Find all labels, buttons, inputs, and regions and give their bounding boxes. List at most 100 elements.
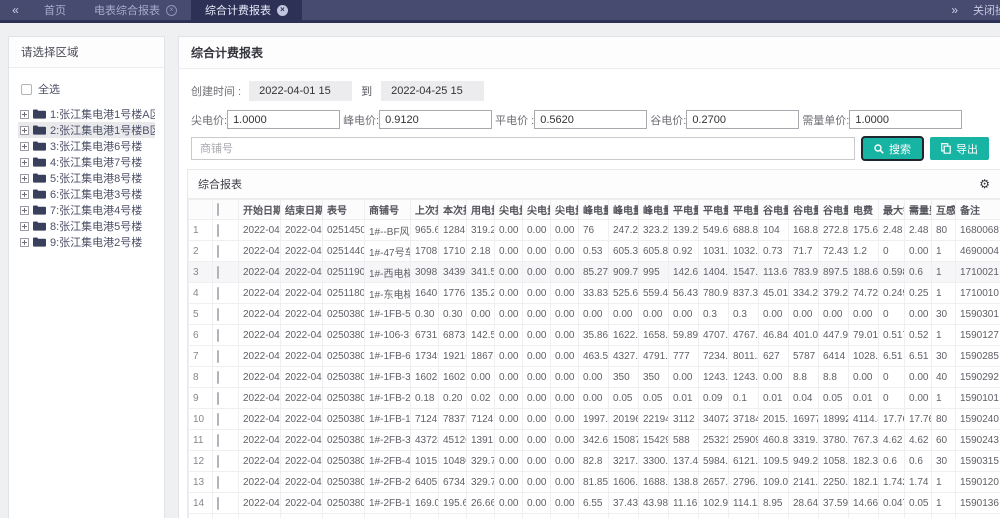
row-checkbox[interactable] <box>217 434 219 447</box>
table-cell: 7124.8 <box>467 409 495 430</box>
table-cell: 0.00 <box>495 304 523 325</box>
price-input-3[interactable] <box>534 110 647 129</box>
table-cell: 188.62 <box>849 262 879 283</box>
export-button[interactable]: 导出 <box>930 137 989 160</box>
sidebar-item-area-5[interactable]: 5:张江集电港8号楼 <box>18 170 155 186</box>
table-cell: 1#-1FB-5 <box>365 304 411 325</box>
table-cell: 0.517 <box>879 325 905 346</box>
tab-综合计费报表[interactable]: 综合计费报表× <box>191 0 302 20</box>
table-cell: 1602.4 <box>411 367 439 388</box>
row-checkbox[interactable] <box>217 266 219 279</box>
tree-expand-icon[interactable] <box>20 158 29 167</box>
row-checkbox[interactable] <box>217 329 219 342</box>
table-row: 142022-04-2022-04-025038001#-2FB-1169.03… <box>189 493 1000 514</box>
table-cell: 2015.2 <box>759 409 789 430</box>
tree-expand-icon[interactable] <box>20 174 29 183</box>
table-cell: 22194. <box>639 409 669 430</box>
sidebar-item-area-4[interactable]: 4:张江集电港7号楼 <box>18 154 155 170</box>
table-cell: 0.00 <box>905 304 932 325</box>
row-checkbox[interactable] <box>217 224 219 237</box>
table-cell: 0.3 <box>729 304 759 325</box>
table-cell: 56.43 <box>669 283 699 304</box>
table-cell: 2022-04- <box>281 346 323 367</box>
table-cell: 02503800 <box>323 409 365 430</box>
table-cell: 772 <box>669 514 699 518</box>
tab-电表综合报表[interactable]: 电表综合报表 × <box>80 0 191 20</box>
row-checkbox-cell <box>213 346 239 367</box>
table-cell: 2022-04- <box>281 220 323 241</box>
table-cell: 0.00 <box>523 451 551 472</box>
row-checkbox[interactable] <box>217 350 219 363</box>
row-checkbox[interactable] <box>217 497 219 510</box>
table-cell: 0.00 <box>789 304 819 325</box>
sidebar-item-area-1[interactable]: 1:张江集电港1号楼A区 <box>18 106 155 122</box>
tree-expand-icon[interactable] <box>20 142 29 151</box>
tree-expand-icon[interactable] <box>20 222 29 231</box>
row-checkbox[interactable] <box>217 392 219 405</box>
date-to-field[interactable]: 2022-04-25 15 <box>381 81 484 101</box>
table-cell: 1031.3 <box>699 241 729 262</box>
table-cell: 0.00 <box>523 283 551 304</box>
date-from-field[interactable]: 2022-04-01 15 <box>249 81 352 101</box>
row-checkbox[interactable] <box>217 476 219 489</box>
close-operations-button[interactable]: 关闭操作 <box>973 2 1000 18</box>
header-rownum <box>189 200 213 220</box>
price-input-4[interactable] <box>686 110 799 129</box>
table-cell: 0.3 <box>699 304 729 325</box>
row-checkbox-cell <box>213 283 239 304</box>
table-cell: 02511801 <box>323 283 365 304</box>
table-cell: 0.04 <box>789 388 819 409</box>
table-cell: 25321. <box>699 430 729 451</box>
table-cell: 15087 <box>609 430 639 451</box>
table-cell: 1590127 <box>956 325 1000 346</box>
table-cell: 168.8 <box>789 220 819 241</box>
table-cell: 0.6 <box>905 451 932 472</box>
table-cell: 909.73 <box>609 262 639 283</box>
tab-首页[interactable]: 首页 <box>30 0 80 20</box>
tabs-scroll-left-icon[interactable]: « <box>0 0 30 20</box>
row-number: 8 <box>189 367 213 388</box>
table-cell: 0.00 <box>495 367 523 388</box>
sidebar-item-area-3[interactable]: 3:张江集电港6号楼 <box>18 138 155 154</box>
price-label: 谷电价: <box>650 112 686 128</box>
tab-label: 电表综合报表 <box>94 2 160 18</box>
tab-close-icon[interactable]: × <box>166 5 177 16</box>
table-cell: 1028.6 <box>849 346 879 367</box>
select-all-checkbox[interactable] <box>21 84 32 95</box>
row-checkbox[interactable] <box>217 371 219 384</box>
shop-number-input[interactable] <box>191 137 855 160</box>
table-cell: 9043.2 <box>609 514 639 518</box>
row-checkbox[interactable] <box>217 455 219 468</box>
price-input-1[interactable] <box>227 110 340 129</box>
table-cell: 319.2 <box>467 220 495 241</box>
tabs-scroll-right-icon[interactable]: » <box>951 3 957 17</box>
row-checkbox[interactable] <box>217 245 219 258</box>
table-cell: 17.76 <box>905 409 932 430</box>
sidebar-item-area-7[interactable]: 7:张江集电港4号楼 <box>18 202 155 218</box>
price-input-2[interactable] <box>379 110 492 129</box>
row-checkbox[interactable] <box>217 413 219 426</box>
price-input-5[interactable] <box>849 110 962 129</box>
folder-icon <box>33 157 46 167</box>
header-checkbox[interactable] <box>217 203 219 216</box>
tree-expand-icon[interactable] <box>20 190 29 199</box>
sidebar-item-area-9[interactable]: 9:张江集电港2号楼 <box>18 234 155 250</box>
tree-expand-icon[interactable] <box>20 126 29 135</box>
sidebar-item-area-8[interactable]: 8:张江集电港5号楼 <box>18 218 155 234</box>
row-checkbox[interactable] <box>217 308 219 321</box>
sidebar-item-area-2[interactable]: 2:张江集电港1号楼B区 <box>18 122 155 138</box>
search-button[interactable]: 搜索 <box>861 136 924 161</box>
sidebar-item-area-6[interactable]: 6:张江集电港3号楼 <box>18 186 155 202</box>
row-checkbox[interactable] <box>217 287 219 300</box>
tree-expand-icon[interactable] <box>20 238 29 247</box>
table-cell: 8.95 <box>759 493 789 514</box>
table-cell: 588 <box>669 430 699 451</box>
table-cell: 5787 <box>789 346 819 367</box>
tree-expand-icon[interactable] <box>20 206 29 215</box>
tree-expand-icon[interactable] <box>20 110 29 119</box>
table-cell: 350 <box>639 367 669 388</box>
table-settings-gear-icon[interactable]: ⚙ <box>979 178 990 190</box>
tab-close-icon[interactable]: × <box>277 5 288 16</box>
table-cell: 949.2 <box>789 451 819 472</box>
table-row: 92022-04-2022-04-025038001#-1FB-20.180.2… <box>189 388 1000 409</box>
